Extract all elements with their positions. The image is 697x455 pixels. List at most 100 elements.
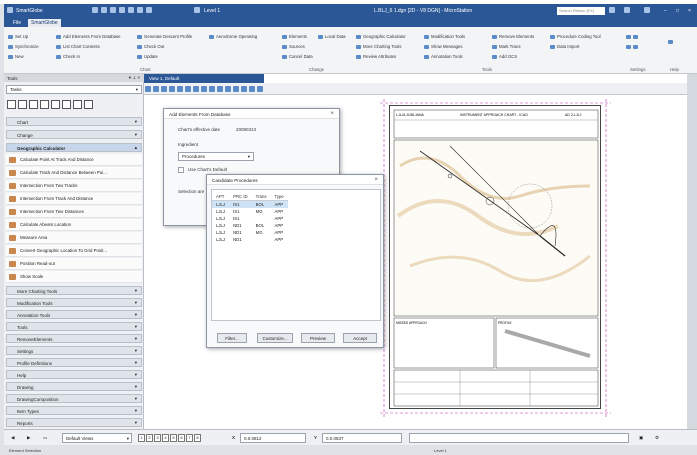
- section-profile-definitions[interactable]: Profile Definitions ▾: [6, 358, 142, 367]
- mark-trans-button[interactable]: Mark Trans: [492, 44, 521, 49]
- section-settings[interactable]: Settings ▾: [6, 346, 142, 355]
- zoom-out-icon[interactable]: [177, 86, 183, 92]
- close-icon[interactable]: ×: [330, 111, 334, 117]
- x-coordinate-field[interactable]: 0.0.0812: [240, 433, 306, 443]
- modification-tools-button[interactable]: Modification Tools: [424, 34, 465, 39]
- command-field[interactable]: [409, 433, 629, 443]
- close-button[interactable]: ×: [688, 8, 691, 14]
- ingredient-select[interactable]: Procedures ▾: [178, 152, 254, 161]
- column-header-type[interactable]: Type: [270, 193, 288, 201]
- help-button[interactable]: [668, 39, 675, 44]
- pen-icon[interactable]: [51, 100, 60, 109]
- tool-intersect-tracks[interactable]: Intersection From Two Tracks: [6, 180, 142, 192]
- tool-show-scale[interactable]: Show Scale: [6, 271, 142, 283]
- maximize-button[interactable]: □: [676, 8, 679, 14]
- settings-tools-2[interactable]: [626, 44, 640, 49]
- minimize-button[interactable]: –: [664, 8, 667, 14]
- accept-button[interactable]: Accept: [343, 333, 377, 343]
- measure-icon[interactable]: [73, 100, 82, 109]
- section-more-charting-tools[interactable]: More Charting Tools ▾: [6, 286, 142, 295]
- render-icon[interactable]: [257, 86, 263, 92]
- add-gcs-button[interactable]: Add GCS: [492, 54, 517, 59]
- section-remove-elements[interactable]: RemoveElements ▾: [6, 334, 142, 343]
- toggle-icon[interactable]: ▣: [636, 433, 650, 443]
- help-icon[interactable]: [624, 7, 630, 13]
- settings-tools[interactable]: [626, 34, 640, 39]
- save-icon[interactable]: [110, 7, 116, 13]
- section-drawing-composition[interactable]: DrawingComposition ▾: [6, 394, 142, 403]
- check-out-button[interactable]: Check Out: [137, 44, 164, 49]
- view-button-6[interactable]: 6: [178, 434, 185, 442]
- check-in-button[interactable]: Check In: [56, 54, 80, 59]
- section-help[interactable]: Help ▾: [6, 370, 142, 379]
- section-drawing[interactable]: Drawing ▾: [6, 382, 142, 391]
- right-side-rail[interactable]: [687, 74, 697, 429]
- use-default-checkbox[interactable]: [178, 167, 184, 173]
- view-group-select[interactable]: Default Views ▾: [62, 433, 132, 443]
- view-attributes-icon[interactable]: [145, 86, 151, 92]
- print-icon[interactable]: [128, 7, 134, 13]
- view-next-icon[interactable]: [217, 86, 223, 92]
- view-rotate-icon[interactable]: [161, 86, 167, 92]
- show-messages-button[interactable]: Show Messages: [424, 44, 463, 49]
- remove-elements-button[interactable]: Remove Elements: [492, 34, 534, 39]
- column-header-trans[interactable]: Trans: [251, 193, 271, 201]
- tasks-selector[interactable]: Tasks ▾: [6, 85, 142, 94]
- view-button-1[interactable]: 1: [138, 434, 145, 442]
- preview-button[interactable]: Preview: [301, 333, 335, 343]
- open-icon[interactable]: [119, 7, 125, 13]
- clip-volume-icon[interactable]: [233, 86, 239, 92]
- undo-icon[interactable]: [101, 7, 107, 13]
- tool-convert-geo[interactable]: Convert Geographic Location To Grid Posi…: [6, 245, 142, 257]
- view-button-8[interactable]: 8: [194, 434, 201, 442]
- section-geographic-calculator[interactable]: Geographic Calculator ▴: [6, 143, 142, 152]
- section-change[interactable]: Change ▾: [6, 130, 142, 139]
- view-icon[interactable]: [137, 7, 143, 13]
- section-reports[interactable]: Reports ▾: [6, 418, 142, 427]
- view-button-4[interactable]: 4: [162, 434, 169, 442]
- tool-calc-point[interactable]: Calculate Point At Track And Distance: [6, 154, 142, 166]
- column-header-apt[interactable]: APT: [212, 193, 230, 201]
- view-previous-icon[interactable]: [209, 86, 215, 92]
- new-button[interactable]: New: [8, 54, 24, 59]
- ribbon-search-input[interactable]: Search Ribbon (F4): [557, 7, 605, 15]
- settings-icon[interactable]: ⚙: [652, 433, 666, 443]
- paint-icon[interactable]: [40, 100, 49, 109]
- add-elements-button[interactable]: Add Elements From Database: [56, 34, 121, 39]
- back-icon[interactable]: ◀: [8, 433, 20, 443]
- view-button-3[interactable]: 3: [154, 434, 161, 442]
- fence-icon[interactable]: [18, 100, 27, 109]
- tool-intersect-track-distance[interactable]: Intersection From Track And Distance: [6, 193, 142, 205]
- tool-intersect-distances[interactable]: Intersection From Two Distances: [6, 206, 142, 218]
- clip-mask-icon[interactable]: [241, 86, 247, 92]
- update-button[interactable]: Update: [137, 54, 158, 59]
- redo-icon[interactable]: [146, 7, 152, 13]
- view-tab[interactable]: View 1, Default: [144, 74, 264, 83]
- tool-calc-track[interactable]: Calculate Track And Distance Between Poi…: [6, 167, 142, 179]
- customize-button[interactable]: Customize...: [257, 333, 293, 343]
- zoom-in-icon[interactable]: [169, 86, 175, 92]
- section-item-types[interactable]: Item Types ▾: [6, 406, 142, 415]
- camera-icon[interactable]: [249, 86, 255, 92]
- view-button-2[interactable]: 2: [146, 434, 153, 442]
- approach-chart[interactable]: LJLJ/LJUBLJANA INSTRUMENT APPROACH CHART…: [389, 105, 601, 409]
- data-import-button[interactable]: Data Import: [550, 44, 579, 49]
- view-button-5[interactable]: 5: [170, 434, 177, 442]
- copy-view-icon[interactable]: [225, 86, 231, 92]
- tool-measure-area[interactable]: Measure Area: [6, 232, 142, 244]
- delete-icon[interactable]: [84, 100, 93, 109]
- section-modification-tools[interactable]: Modification Tools ▾: [6, 298, 142, 307]
- sources-button[interactable]: Sources: [282, 44, 305, 49]
- tool-position-readout[interactable]: Position Read-out: [6, 258, 142, 270]
- settings-icon[interactable]: [644, 7, 650, 13]
- text-icon[interactable]: [62, 100, 71, 109]
- local-data-button[interactable]: Local Data: [318, 34, 346, 39]
- fit-view-icon[interactable]: [193, 86, 199, 92]
- pan-icon[interactable]: [201, 86, 207, 92]
- tab-file[interactable]: File: [10, 19, 24, 27]
- table-row[interactable]: LJLJ ND1 APP: [212, 236, 288, 243]
- review-attributes-button[interactable]: Review Attributes: [356, 54, 396, 59]
- display-style-icon[interactable]: [153, 86, 159, 92]
- place-icon[interactable]: [29, 100, 38, 109]
- procedure-coding-button[interactable]: Procedure Coding Tool: [550, 34, 601, 39]
